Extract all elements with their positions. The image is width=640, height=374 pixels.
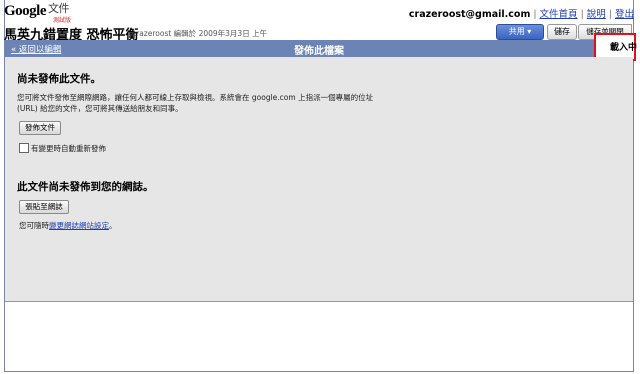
edit-info: crazeroost 編輯於 2009年3月3日 上午 [132,29,268,38]
docs-home-link[interactable]: 文件首頁 [540,9,578,20]
separator: | [580,9,584,20]
description-line: 您可將文件發佈至網際網路，讓任何人都可線上存取與檢視。系統會在 google.c… [17,93,374,102]
separator: | [608,9,612,20]
loading-text: 載入中 [610,43,638,53]
save-button[interactable]: 儲存 [547,24,577,40]
logo-product-text: 文件 [48,2,70,15]
logo-google-text: Google [4,3,47,19]
user-bar: crazeroost@gmail.com | 文件首頁 | 說明 | 登出 [409,6,634,20]
user-email: crazeroost@gmail.com [408,9,531,20]
sign-out-link[interactable]: 登出 [615,9,634,20]
auto-republish-checkbox[interactable] [19,143,29,153]
publish-panel: 尚未發佈此文件。 您可將文件發佈至網際網路，讓任何人都可線上存取與檢視。系統會在… [5,57,633,302]
publish-description: 您可將文件發佈至網際網路，讓任何人都可線上存取與檢視。系統會在 google.c… [17,92,397,114]
help-link[interactable]: 說明 [587,9,606,20]
description-line: (URL) 給您的文件，您可將其傳送給朋友和同事。 [17,104,183,113]
blog-settings-line: 您可隨時變更網誌網站設定。 [19,220,117,231]
separator: | [533,9,537,20]
blog-settings-link[interactable]: 變更網誌網站設定 [49,221,109,230]
logo-beta-text: 測試版 [53,17,72,24]
post-to-blog-button[interactable]: 張貼至網誌 [19,200,69,214]
share-button[interactable]: 共用 ▾ [496,24,544,40]
auto-republish-label[interactable]: 有變更時自動重新發佈 [31,143,106,154]
publish-status-heading: 尚未發佈此文件。 [17,73,101,85]
publish-title: 發佈此檔案 [294,46,344,57]
blog-status-heading: 此文件尚未發佈到您的網誌。 [17,181,154,193]
publish-document-button[interactable]: 發佈文件 [19,121,61,135]
blog-settings-prefix: 您可隨時 [19,221,49,230]
publish-header-bar: « 返回以編輯 發佈此檔案 [5,40,633,57]
blog-settings-suffix: 。 [109,221,117,230]
